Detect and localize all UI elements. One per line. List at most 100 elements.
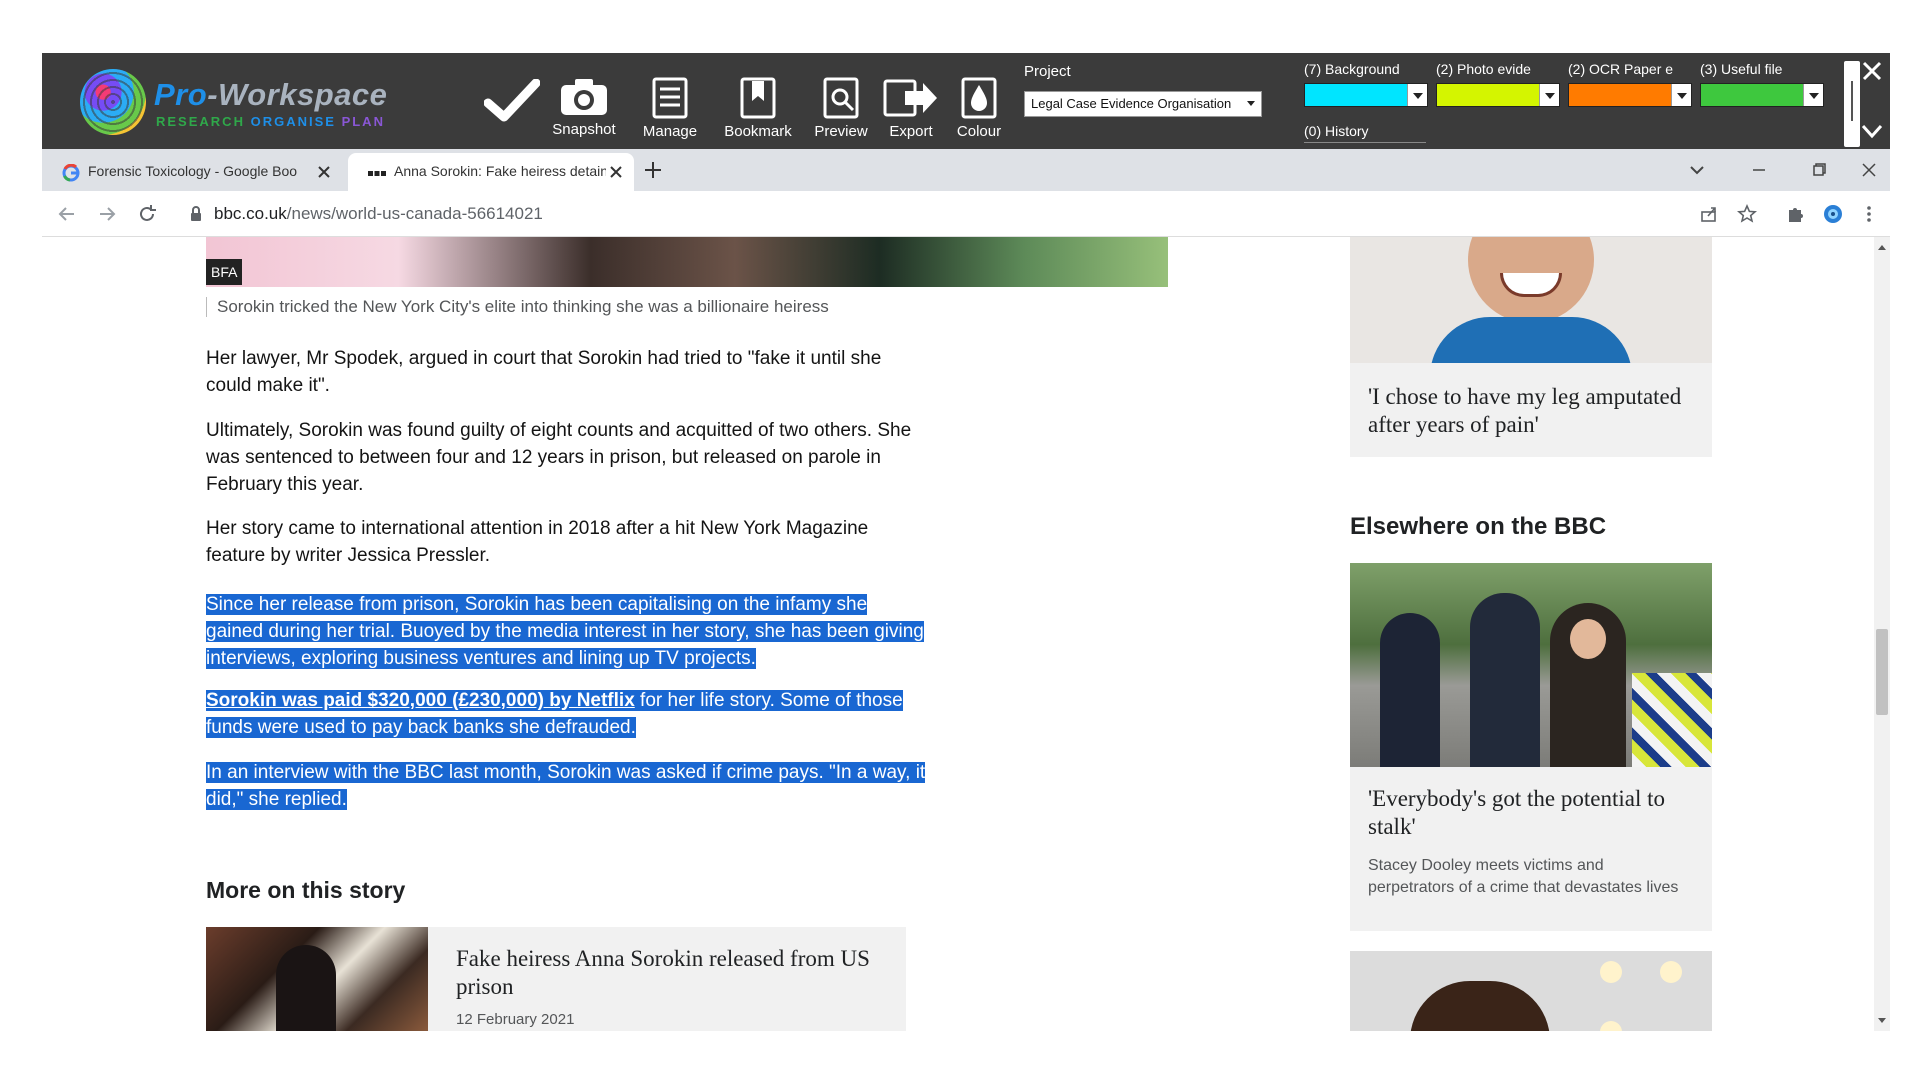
scroll-down-arrow-icon[interactable]	[1878, 1018, 1886, 1023]
article-hero-image	[206, 237, 1168, 287]
star-icon[interactable]	[1736, 203, 1758, 225]
pro-workspace-toolbar: Pro-Workspace RESEARCH ORGANISE PLAN Sna…	[42, 53, 1890, 149]
related-story-thumbnail	[206, 927, 428, 1031]
elsewhere-story-title[interactable]: 'Everybody's got the potential to stalk'	[1368, 785, 1698, 841]
elsewhere-story-card[interactable]: 'Everybody's got the potential to stalk'…	[1350, 563, 1712, 931]
scrollbar-thumb[interactable]	[1876, 629, 1888, 715]
tab-anna-sorokin[interactable]: Anna Sorokin: Fake heiress detain	[348, 153, 634, 191]
more-on-this-story-heading: More on this story	[206, 877, 406, 903]
bbc-icon	[368, 171, 386, 176]
category-useful-file[interactable]: (3) Useful file	[1700, 61, 1824, 107]
category-color-dropdown[interactable]	[1304, 83, 1428, 107]
pro-workspace-logo: Pro-Workspace RESEARCH ORGANISE PLAN	[80, 69, 410, 135]
page-scrollbar[interactable]	[1874, 237, 1890, 1031]
history-tab[interactable]: (0) History	[1304, 123, 1426, 143]
lock-icon[interactable]	[188, 205, 204, 223]
sidebar-story-title[interactable]: 'I chose to have my leg amputated after …	[1368, 383, 1698, 439]
bookmark-button[interactable]: Bookmark	[716, 77, 800, 141]
related-story-title[interactable]: Fake heiress Anna Sorokin released from …	[456, 945, 876, 1001]
back-arrow-icon[interactable]	[56, 203, 78, 225]
share-icon[interactable]	[1698, 203, 1720, 225]
chevron-down-icon[interactable]	[1860, 119, 1884, 143]
url-field[interactable]: bbc.co.uk/news/world-us-canada-56614021	[214, 204, 543, 224]
tab-forensic-toxicology[interactable]: Forensic Toxicology - Google Boo	[42, 153, 342, 191]
dropdown-arrow-icon	[1803, 84, 1823, 106]
selected-paragraph: In an interview with the BBC last month,…	[206, 759, 926, 813]
export-label: Export	[889, 123, 933, 140]
tab-title: Anna Sorokin: Fake heiress detain	[394, 163, 606, 179]
toolbar-scrollbar[interactable]	[1844, 61, 1860, 147]
tab-title: Forensic Toxicology - Google Boo	[88, 163, 298, 179]
chevron-down-icon	[1247, 101, 1255, 106]
tab-search-chevron-icon[interactable]	[1686, 159, 1708, 181]
export-button[interactable]: Export	[880, 77, 942, 141]
google-icon	[62, 164, 80, 182]
url-host: bbc.co.uk	[214, 204, 287, 223]
image-credit-badge: BFA	[206, 259, 243, 285]
selected-paragraph: Sorokin was paid $320,000 (£230,000) by …	[206, 687, 926, 741]
restore-icon[interactable]	[1808, 159, 1830, 181]
address-bar-row: bbc.co.uk/news/world-us-canada-56614021	[42, 191, 1890, 237]
kebab-menu-icon[interactable]	[1858, 203, 1880, 225]
dropdown-arrow-icon	[1539, 84, 1559, 106]
project-select-value: Legal Case Evidence Organisation	[1031, 96, 1232, 111]
colour-label: Colour	[956, 123, 1002, 140]
new-tab-plus-icon[interactable]	[642, 159, 664, 181]
preview-icon	[823, 77, 859, 119]
manage-label: Manage	[642, 123, 698, 140]
app-window: Pro-Workspace RESEARCH ORGANISE PLAN Sna…	[42, 53, 1890, 1031]
dropdown-arrow-icon	[1671, 84, 1691, 106]
colour-button[interactable]: Colour	[948, 77, 1010, 141]
reload-icon[interactable]	[136, 203, 158, 225]
dropdown-arrow-icon	[1407, 84, 1427, 106]
scroll-up-arrow-icon[interactable]	[1878, 245, 1886, 250]
profile-avatar-icon[interactable]	[1822, 203, 1844, 225]
category-ocr-paper[interactable]: (2) OCR Paper e	[1568, 61, 1692, 107]
category-background[interactable]: (7) Background	[1304, 61, 1428, 107]
forward-arrow-icon[interactable]	[96, 203, 118, 225]
category-photo-evidence[interactable]: (2) Photo evide	[1436, 61, 1560, 107]
camera-icon	[561, 79, 607, 115]
bookmark-icon	[740, 77, 776, 119]
netflix-payment-link[interactable]: Sorokin was paid $320,000 (£230,000) by …	[206, 690, 635, 711]
close-window-icon[interactable]	[1858, 159, 1880, 181]
preview-button[interactable]: Preview	[808, 77, 874, 141]
project-select[interactable]: Legal Case Evidence Organisation	[1024, 91, 1262, 117]
selected-text: In an interview with the BBC last month,…	[206, 762, 926, 810]
image-caption: Sorokin tricked the New York City's elit…	[206, 297, 829, 317]
category-color-dropdown[interactable]	[1700, 83, 1824, 107]
logo-tagline: RESEARCH ORGANISE PLAN	[156, 114, 385, 129]
sidebar-story-image	[1350, 237, 1712, 363]
related-story-date: 12 February 2021	[456, 1011, 575, 1028]
elsewhere-on-bbc-heading: Elsewhere on the BBC	[1350, 513, 1607, 540]
minimize-icon[interactable]	[1748, 159, 1770, 181]
export-icon	[883, 79, 937, 117]
confirm-button[interactable]	[482, 79, 542, 143]
browser-tab-strip: Forensic Toxicology - Google Boo Anna So…	[42, 149, 1890, 191]
manage-button[interactable]: Manage	[634, 77, 706, 141]
elsewhere-story-card-partial[interactable]	[1350, 951, 1712, 1031]
category-label: (2) OCR Paper e	[1568, 61, 1674, 77]
article-paragraph: Ultimately, Sorokin was found guilty of …	[206, 420, 912, 495]
close-icon[interactable]	[1860, 59, 1884, 83]
web-page-content: BFA Sorokin tricked the New York City's …	[42, 237, 1890, 1031]
close-icon[interactable]	[608, 164, 624, 180]
sidebar-story-card[interactable]: 'I chose to have my leg amputated after …	[1350, 237, 1712, 457]
document-list-icon	[652, 77, 688, 119]
extensions-puzzle-icon[interactable]	[1784, 203, 1806, 225]
bookmark-label: Bookmark	[724, 123, 792, 140]
logo-name: Pro-Workspace	[154, 77, 388, 112]
checkmark-icon	[484, 79, 540, 122]
elsewhere-story-description: Stacey Dooley meets victims and perpetra…	[1368, 857, 1679, 896]
category-label: (3) Useful file	[1700, 61, 1783, 77]
snapshot-label: Snapshot	[552, 121, 616, 138]
category-color-dropdown[interactable]	[1436, 83, 1560, 107]
close-icon[interactable]	[316, 164, 332, 180]
snapshot-button[interactable]: Snapshot	[548, 77, 620, 141]
elsewhere-story-image	[1350, 563, 1712, 767]
selected-paragraph: Since her release from prison, Sorokin h…	[206, 591, 926, 672]
related-story-card[interactable]: Fake heiress Anna Sorokin released from …	[206, 927, 906, 1031]
category-label: (7) Background	[1304, 61, 1400, 77]
preview-label: Preview	[814, 123, 868, 140]
category-color-dropdown[interactable]	[1568, 83, 1692, 107]
